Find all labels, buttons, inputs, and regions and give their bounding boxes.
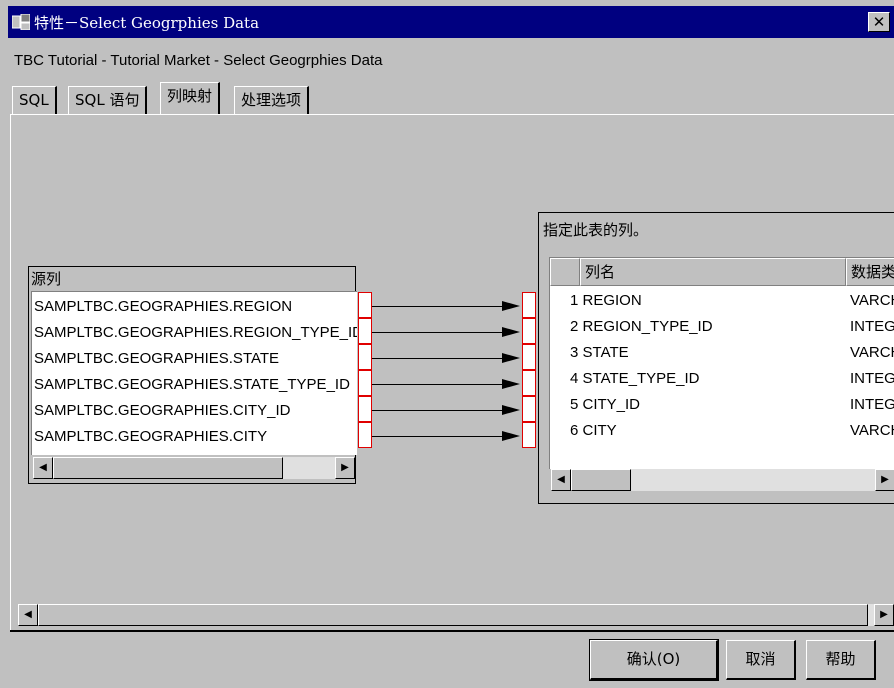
column-header-name[interactable]: 列名 xyxy=(580,258,846,286)
table-cell-datatype: INTEGER xyxy=(850,370,894,387)
arrow-icon xyxy=(502,353,520,363)
properties-dialog: 特性－Select Geogrphies Data ✕ TBC Tutorial… xyxy=(0,0,894,688)
scroll-thumb[interactable] xyxy=(38,604,868,626)
scroll-thumb[interactable] xyxy=(53,457,283,479)
scroll-right-icon[interactable]: ▶ xyxy=(874,604,894,626)
source-column-item[interactable]: SAMPLTBC.GEOGRAPHIES.STATE xyxy=(34,346,279,372)
close-button[interactable]: ✕ xyxy=(868,12,890,32)
window-title: 特性－Select Geogrphies Data xyxy=(34,14,260,32)
scroll-left-icon[interactable]: ◀ xyxy=(33,457,53,479)
target-connector[interactable] xyxy=(522,370,536,396)
table-row[interactable]: 1 REGION xyxy=(570,288,642,314)
panel-horizontal-scrollbar[interactable]: ◀ ▶ xyxy=(18,604,894,626)
source-column-item[interactable]: SAMPLTBC.GEOGRAPHIES.CITY xyxy=(34,424,267,450)
target-column-table[interactable]: 列名 数据类型 1 REGION VARCHAR 2 REGION_TYPE_I… xyxy=(549,257,894,469)
target-columns-box: 指定此表的列。 列名 数据类型 1 REGION VARCHAR 2 REGIO… xyxy=(538,212,894,504)
source-horizontal-scrollbar[interactable]: ◀ ▶ xyxy=(33,457,355,479)
scroll-right-icon[interactable]: ▶ xyxy=(875,469,894,491)
scroll-left-icon[interactable]: ◀ xyxy=(18,604,38,626)
source-column-item[interactable]: SAMPLTBC.GEOGRAPHIES.CITY_ID xyxy=(34,398,290,424)
source-column-list[interactable]: SAMPLTBC.GEOGRAPHIES.REGION SAMPLTBC.GEO… xyxy=(31,291,357,455)
arrow-icon xyxy=(502,431,520,441)
target-connector[interactable] xyxy=(522,292,536,318)
source-column-item[interactable]: SAMPLTBC.GEOGRAPHIES.STATE_TYPE_ID xyxy=(34,372,350,398)
source-connector[interactable] xyxy=(358,396,372,422)
table-row[interactable]: 2 REGION_TYPE_ID xyxy=(570,314,713,340)
target-connector[interactable] xyxy=(522,318,536,344)
tab-bar: SQL SQL 语句 列映射 处理选项 xyxy=(12,82,894,114)
source-columns-box: 源列 SAMPLTBC.GEOGRAPHIES.REGION SAMPLTBC.… xyxy=(28,266,357,484)
source-columns-label: 源列 xyxy=(31,270,62,288)
arrow-icon xyxy=(502,405,520,415)
target-connector[interactable] xyxy=(522,344,536,370)
mapping-line xyxy=(372,436,502,437)
table-row[interactable]: 6 CITY xyxy=(570,418,617,444)
mapping-line xyxy=(372,332,502,333)
mapping-line xyxy=(372,306,502,307)
tab-sql[interactable]: SQL xyxy=(12,86,57,114)
tab-processing-options[interactable]: 处理选项 xyxy=(234,86,310,114)
source-column-item[interactable]: SAMPLTBC.GEOGRAPHIES.REGION xyxy=(34,294,292,320)
table-row[interactable]: 4 STATE_TYPE_ID xyxy=(570,366,700,392)
source-connector[interactable] xyxy=(358,318,372,344)
scroll-thumb[interactable] xyxy=(571,469,631,491)
source-column-item[interactable]: SAMPLTBC.GEOGRAPHIES.REGION_TYPE_ID xyxy=(34,320,357,346)
mapping-line xyxy=(372,410,502,411)
table-cell-datatype: VARCHAR xyxy=(850,422,894,439)
table-header: 列名 数据类型 xyxy=(550,258,894,286)
title-bar: 特性－Select Geogrphies Data ✕ xyxy=(8,6,894,38)
table-cell-datatype: VARCHAR xyxy=(850,344,894,361)
panel-divider xyxy=(10,630,894,632)
table-cell-datatype: INTEGER xyxy=(850,318,894,335)
target-horizontal-scrollbar[interactable]: ◀ ▶ xyxy=(551,469,894,491)
target-connector[interactable] xyxy=(522,396,536,422)
table-cell-datatype: VARCHAR xyxy=(850,292,894,309)
table-cell-datatype: INTEGER xyxy=(850,396,894,413)
source-connector[interactable] xyxy=(358,292,372,318)
mapping-line xyxy=(372,384,502,385)
scroll-right-icon[interactable]: ▶ xyxy=(335,457,355,479)
ok-button[interactable]: 确认(O) xyxy=(589,639,719,681)
target-columns-label: 指定此表的列。 xyxy=(543,221,649,239)
help-button[interactable]: 帮助 xyxy=(806,640,876,680)
mapping-line xyxy=(372,358,502,359)
arrow-icon xyxy=(502,379,520,389)
dialog-subtitle: TBC Tutorial - Tutorial Market - Select … xyxy=(14,52,383,69)
arrow-icon xyxy=(502,327,520,337)
cancel-button[interactable]: 取消 xyxy=(726,640,796,680)
table-row[interactable]: 3 STATE xyxy=(570,340,629,366)
source-connector[interactable] xyxy=(358,344,372,370)
tab-sql-statement[interactable]: SQL 语句 xyxy=(68,86,148,114)
target-connector[interactable] xyxy=(522,422,536,448)
source-connector[interactable] xyxy=(358,422,372,448)
row-number-header xyxy=(550,258,580,286)
arrow-icon xyxy=(502,301,520,311)
column-header-datatype[interactable]: 数据类型 xyxy=(846,258,894,286)
table-row[interactable]: 5 CITY_ID xyxy=(570,392,640,418)
source-connector[interactable] xyxy=(358,370,372,396)
scroll-left-icon[interactable]: ◀ xyxy=(551,469,571,491)
tab-column-mapping[interactable]: 列映射 xyxy=(160,82,221,114)
app-icon xyxy=(12,14,30,30)
